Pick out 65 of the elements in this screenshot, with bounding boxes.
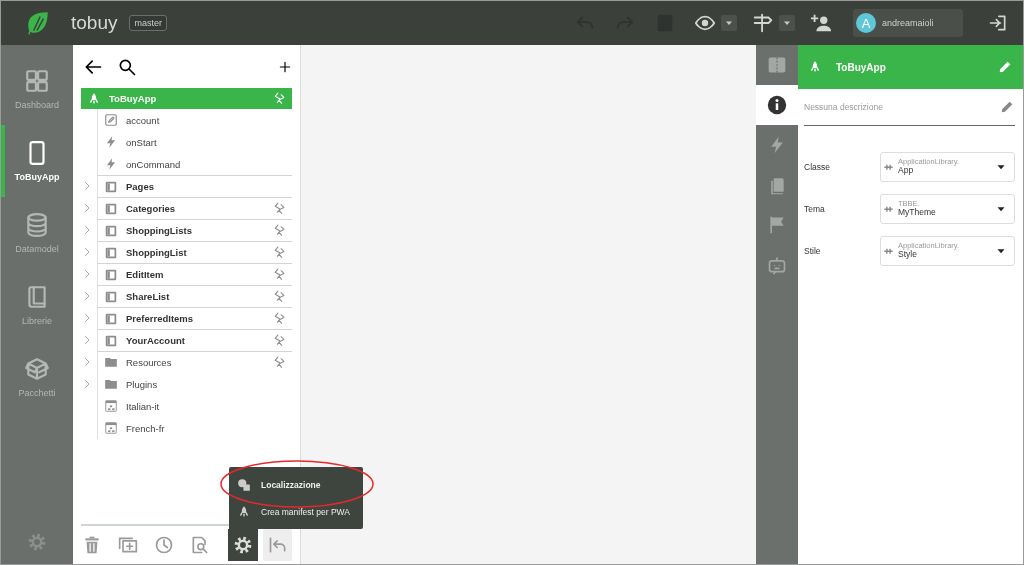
settings-icon xyxy=(233,535,253,555)
settings-button[interactable] xyxy=(228,529,258,561)
signpost-icon xyxy=(752,12,774,34)
tree-item[interactable]: Italian-it xyxy=(97,395,292,417)
logout-icon xyxy=(988,13,1008,33)
menu-item[interactable]: Crea manifest per PWA xyxy=(229,498,363,525)
page-icon xyxy=(104,311,118,326)
split-view-icon xyxy=(767,55,787,75)
field-label: Stile xyxy=(804,246,822,256)
lightning-icon xyxy=(104,135,118,149)
add-button[interactable] xyxy=(278,59,292,74)
folder-icon xyxy=(104,355,118,369)
tree-item[interactable]: Pages xyxy=(97,175,292,198)
page-icon xyxy=(104,201,118,216)
pencil-icon xyxy=(999,99,1015,115)
grid-icon xyxy=(24,68,50,94)
page-icon xyxy=(104,223,118,238)
tree-item[interactable]: Resources xyxy=(97,351,292,373)
folder-icon xyxy=(104,377,118,391)
revert-icon xyxy=(267,535,288,555)
tree-item[interactable]: Plugins xyxy=(97,373,292,395)
page-icon xyxy=(104,179,118,194)
rocket-icon xyxy=(237,504,251,519)
box-icon xyxy=(24,356,50,382)
pencil-icon xyxy=(997,59,1013,75)
dropdown-button[interactable] xyxy=(779,15,795,31)
logo-icon xyxy=(25,10,51,36)
add-user-icon xyxy=(810,12,832,34)
inspector-title: ToBuyApp xyxy=(836,61,886,73)
plus-icon xyxy=(278,59,292,74)
document-search-icon xyxy=(190,535,210,555)
branch-label[interactable]: master xyxy=(129,15,167,31)
field-label: Classe xyxy=(804,162,831,172)
revert-button[interactable] xyxy=(263,529,292,561)
clock-icon xyxy=(154,535,174,555)
info-icon xyxy=(767,95,787,115)
edit-description-button[interactable] xyxy=(999,99,1015,115)
lightning-icon xyxy=(104,157,118,171)
page-icon xyxy=(104,245,118,260)
tree-item[interactable]: account xyxy=(97,109,292,131)
page-icon xyxy=(104,333,118,348)
tree-item[interactable]: onStart xyxy=(97,131,292,153)
tree-item[interactable]: YourAccount xyxy=(97,329,292,352)
dropdown-button[interactable] xyxy=(721,15,737,31)
user-name: andreamaioli xyxy=(882,18,934,28)
page-icon xyxy=(104,267,118,282)
avatar: A xyxy=(856,13,876,33)
rocket-icon xyxy=(87,91,101,106)
trash-icon xyxy=(82,535,102,555)
user-menu[interactable]: A andreamaioli xyxy=(853,9,963,37)
add-page-icon xyxy=(118,535,138,555)
tree-item[interactable]: French-fr xyxy=(97,417,292,439)
field-label: Tema xyxy=(804,204,826,214)
robot-icon xyxy=(767,255,787,275)
layout-icon xyxy=(104,421,118,435)
rocket-icon xyxy=(808,60,822,74)
settings-icon xyxy=(27,532,47,552)
tree-item[interactable]: onCommand xyxy=(97,153,292,175)
database-icon xyxy=(24,212,50,238)
page-icon xyxy=(104,289,118,304)
app-name: tobuy xyxy=(71,12,118,34)
inspector-tab[interactable] xyxy=(756,85,798,125)
edit-button[interactable] xyxy=(997,59,1013,75)
pencil-square-icon xyxy=(104,113,118,127)
layout-icon xyxy=(104,399,118,413)
